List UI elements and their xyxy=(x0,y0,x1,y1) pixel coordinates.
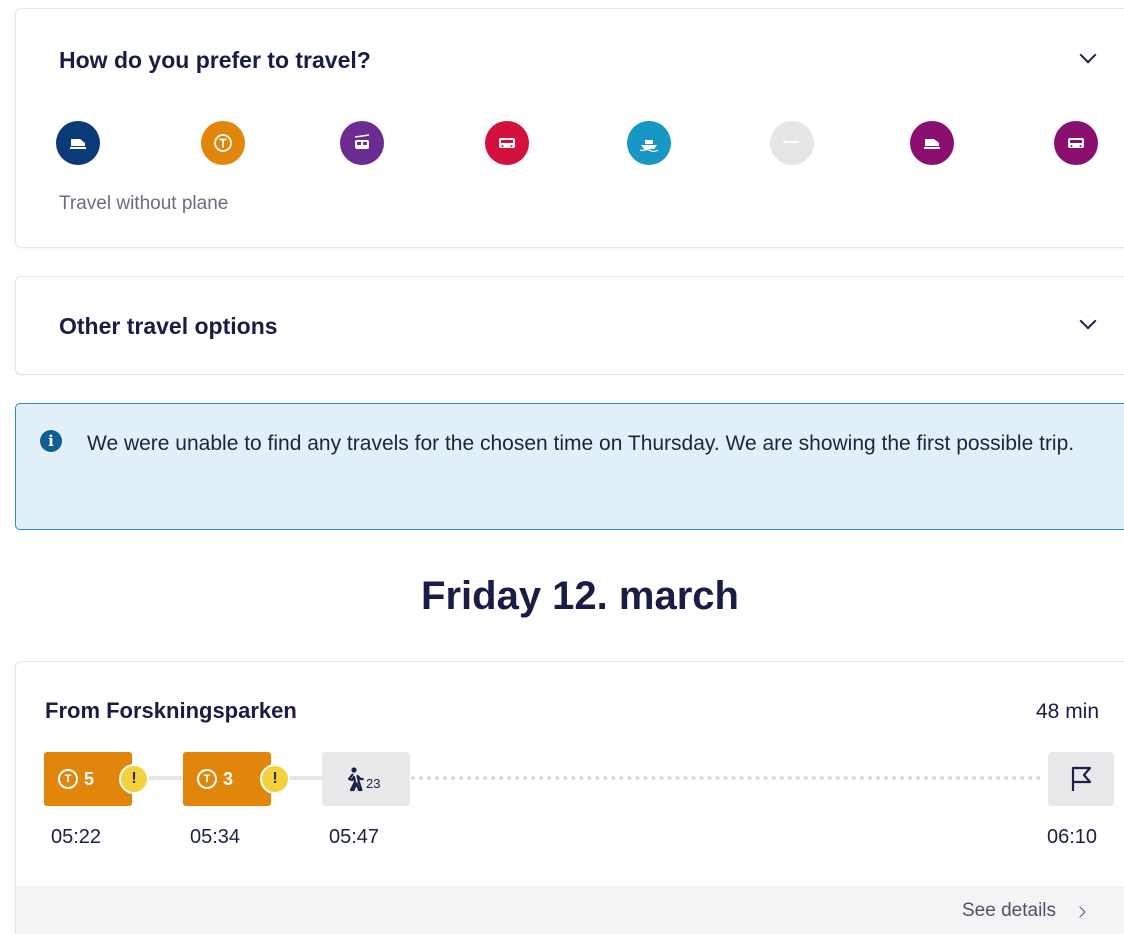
bus-icon xyxy=(499,138,515,148)
mode-cable-car-button[interactable] xyxy=(340,121,384,165)
departure-time: 05:47 xyxy=(329,826,380,848)
coach-icon xyxy=(1068,138,1084,148)
trip-card[interactable]: From Forskningsparken 48 min T 5 ! T 3 !… xyxy=(15,661,1124,934)
trip-duration: 48 min xyxy=(1036,700,1100,723)
mode-regional-train-button[interactable] xyxy=(910,121,954,165)
info-icon: i xyxy=(40,430,62,452)
tram-icon: T xyxy=(197,769,217,789)
see-details-link[interactable]: See details xyxy=(962,900,1056,922)
info-banner: i We were unable to find any travels for… xyxy=(15,403,1124,530)
mode-tram-button[interactable] xyxy=(201,121,245,165)
warning-icon[interactable]: ! xyxy=(260,764,290,794)
walk-icon xyxy=(347,767,364,792)
info-message: We were unable to find any travels for t… xyxy=(87,432,1075,455)
leg-destination xyxy=(1048,752,1114,806)
arrival-time: 06:10 xyxy=(1047,826,1098,848)
train-icon xyxy=(70,139,86,149)
walk-minutes: 23 xyxy=(366,775,381,791)
warning-icon[interactable]: ! xyxy=(119,764,149,794)
mode-bus-button[interactable] xyxy=(485,121,529,165)
tram-icon xyxy=(214,134,232,152)
travel-preferences-title[interactable]: How do you prefer to travel? xyxy=(59,47,371,74)
see-details-bar[interactable] xyxy=(16,886,1124,934)
leg-line-number: 3 xyxy=(223,768,234,789)
chevron-down-icon[interactable] xyxy=(1079,312,1097,330)
chevron-down-icon[interactable] xyxy=(1079,46,1097,64)
departure-time: 05:34 xyxy=(190,826,241,848)
cable-car-icon xyxy=(354,134,370,149)
departure-time: 05:22 xyxy=(51,826,102,848)
mode-plane-button[interactable] xyxy=(770,121,814,165)
mode-train-button[interactable] xyxy=(56,121,100,165)
travel-without-plane-label: Travel without plane xyxy=(59,193,229,214)
plane-icon xyxy=(783,139,800,145)
mode-coach-button[interactable] xyxy=(1054,121,1098,165)
other-travel-options-card[interactable]: Other travel options xyxy=(15,276,1124,375)
leg-line-number: 5 xyxy=(84,768,95,789)
day-heading: Friday 12. march xyxy=(421,574,739,618)
other-travel-options-title[interactable]: Other travel options xyxy=(59,313,278,340)
leg-walk[interactable]: 23 xyxy=(322,752,410,806)
tram-icon: T xyxy=(58,769,78,789)
travel-preferences-card: How do you prefer to travel? Travel with… xyxy=(15,8,1124,248)
ferry-icon xyxy=(639,140,659,153)
mode-ferry-button[interactable] xyxy=(627,121,671,165)
leg-tram-3[interactable]: T 3 xyxy=(183,752,271,806)
regional-train-icon xyxy=(924,139,940,149)
trip-origin: From Forskningsparken xyxy=(45,698,297,723)
trip-dotted-line xyxy=(411,776,1041,780)
flag-icon xyxy=(1071,766,1092,791)
